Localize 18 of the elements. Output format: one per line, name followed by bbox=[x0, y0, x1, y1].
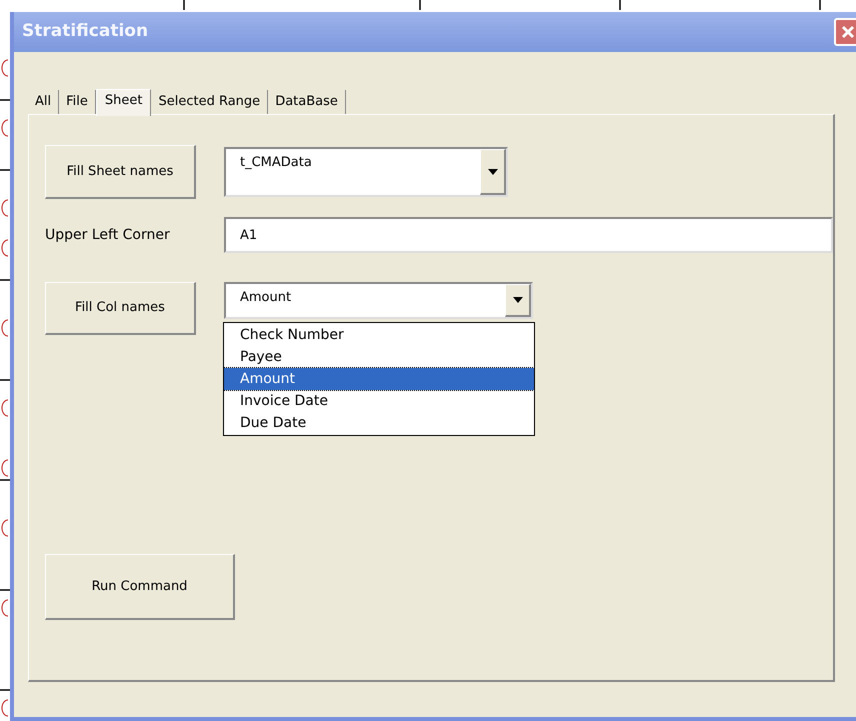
close-button[interactable] bbox=[834, 18, 856, 46]
dropdown-arrow-icon bbox=[512, 297, 522, 303]
fill-sheet-names-button[interactable]: Fill Sheet names bbox=[45, 145, 196, 199]
tab[interactable]: Sheet bbox=[96, 89, 152, 116]
dropdown-option[interactable]: Amount bbox=[224, 368, 534, 390]
dropdown-arrow-icon bbox=[488, 168, 498, 174]
run-command-button[interactable]: Run Command bbox=[45, 554, 235, 620]
close-icon bbox=[840, 24, 856, 40]
dropdown-option[interactable]: Due Date bbox=[224, 412, 534, 434]
upper-left-corner-field[interactable]: A1 bbox=[224, 217, 833, 253]
dropdown-option[interactable]: Check Number bbox=[224, 324, 534, 346]
fill-col-names-button[interactable]: Fill Col names bbox=[45, 282, 196, 335]
sheet-name-dropdown[interactable]: t_CMAData bbox=[224, 147, 508, 197]
window-title: Stratification bbox=[22, 20, 148, 44]
dropdown-option[interactable]: Payee bbox=[224, 346, 534, 368]
dropdown-option[interactable]: Invoice Date bbox=[224, 390, 534, 412]
upper-left-corner-label: Upper Left Corner bbox=[45, 226, 171, 244]
column-name-dropdown[interactable]: Amount bbox=[224, 282, 533, 319]
